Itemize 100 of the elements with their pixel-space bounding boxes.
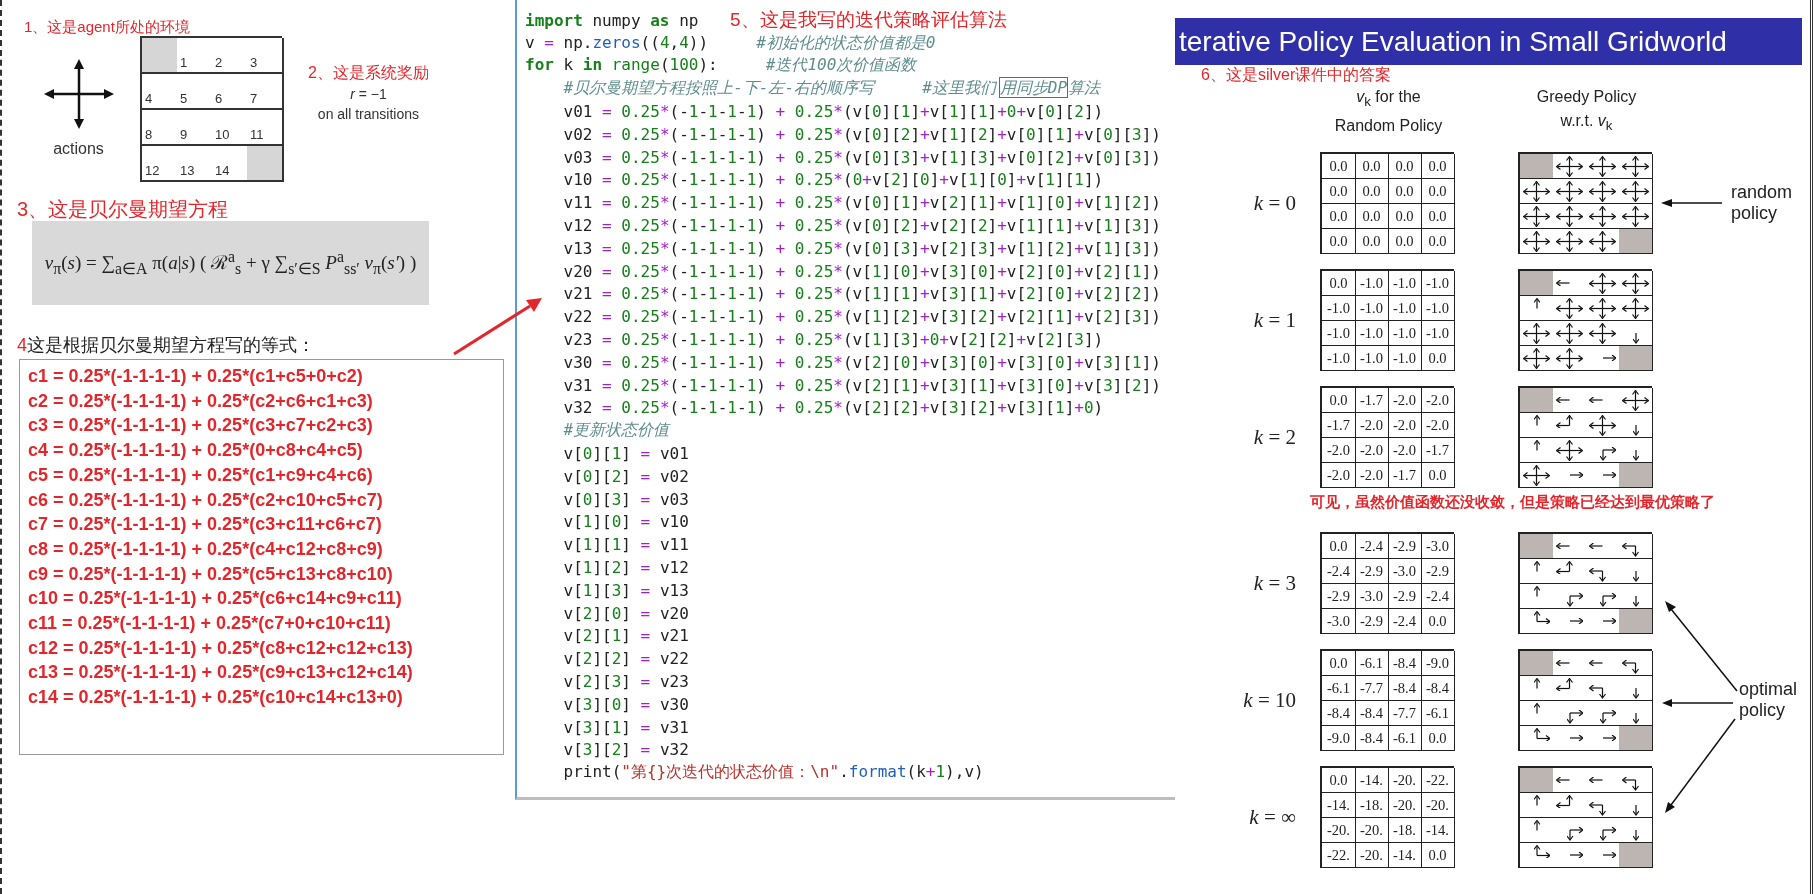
value-cell: -8.4 [1388, 651, 1422, 677]
column-heading: Greedy Policy w.r.t. v$_{k}$ [1536, 87, 1637, 136]
arrow-icon [1556, 543, 1573, 550]
arrow-icon [1533, 585, 1540, 600]
value-cell: -1.0 [1388, 271, 1422, 297]
value-cell: -22. [1421, 768, 1455, 794]
arrow-icon [1632, 593, 1639, 607]
value-cell: -2.9 [1421, 559, 1455, 585]
arrow-icon [1622, 205, 1649, 227]
arrow-icon [1589, 685, 1606, 699]
arrow-icon [1589, 397, 1606, 404]
value-cell: -6.1 [1421, 701, 1455, 727]
value-cell: -1.0 [1421, 271, 1455, 297]
grid-cell: 5 [177, 74, 214, 110]
value-cell: 0.0 [1421, 346, 1455, 372]
arrow-icon [1589, 414, 1616, 436]
arrow-icon [1589, 568, 1606, 582]
equation-line: c3 = 0.25*(-1-1-1-1) + 0.25*(c3+c7+c2+c3) [28, 414, 373, 438]
value-cell: 0.0 [1421, 179, 1455, 205]
value-cell: 0.0 [1322, 534, 1356, 560]
step-caption: 3、这是贝尔曼期望方程 [17, 198, 229, 221]
value-cell: -2.4 [1388, 609, 1422, 635]
arrow-icon [1566, 827, 1583, 841]
arrow-icon [1632, 685, 1639, 699]
arrow-icon [1556, 414, 1573, 429]
code-line: v21 = 0.25*(-1-1-1-1) + 0.25*(v[1][1]+v[3][1]+v[2][0]+v[2][2]) [563, 284, 1161, 304]
value-cell: -1.0 [1421, 321, 1455, 347]
arrow-icon [1533, 414, 1540, 429]
annotation-label: random policy [1731, 182, 1794, 225]
arrow-icon [1589, 660, 1606, 667]
value-cell: -1.7 [1421, 438, 1455, 464]
code-line: v22 = 0.25*(-1-1-1-1) + 0.25*(v[1][2]+v[3][2]+v[2][1]+v[2][3]) [563, 307, 1161, 327]
value-cell: -2.4 [1322, 559, 1356, 585]
grid-cell: 9 [177, 110, 214, 146]
code-line: v[3][2] = v32 [563, 740, 689, 760]
arrow-icon [1566, 593, 1583, 607]
arrow-icon [1533, 794, 1540, 809]
code-line: v32 = 0.25*(-1-1-1-1) + 0.25*(v[2][2]+v[3][2]+v[3][1]+0) [563, 398, 1104, 418]
pointer-arrow [1661, 197, 1723, 210]
code-line: v31 = 0.25*(-1-1-1-1) + 0.25*(v[2][1]+v[3][1]+v[3][0]+v[3][2]) [563, 375, 1161, 395]
equation-line: c10 = 0.25*(-1-1-1-1) + 0.25*(c6+c14+c9+c11) [28, 587, 402, 611]
code-line: v[1][1] = v11 [563, 535, 689, 555]
value-cell: -1.7 [1322, 413, 1356, 439]
column-heading: v$_{k}$ for the Random Policy [1334, 87, 1443, 137]
arrow-icon [1632, 802, 1639, 816]
value-cell: -3.0 [1388, 559, 1422, 585]
arrow-icon [1556, 297, 1583, 319]
equation-line: c9 = 0.25*(-1-1-1-1) + 0.25*(c5+c13+c8+c10) [28, 562, 393, 586]
value-cell: -2.0 [1322, 438, 1356, 464]
value-cell: -8.4 [1388, 676, 1422, 702]
bellman-formula: v$_{π}$(s) = ∑$_{a∈A}$ π(a|s) ( ℛ$^{a}$$_{s}$ + γ ∑$_{s′∈S}$ P$^{a}$$_{ss′}$ v$_{π}$(s′) ) [32, 221, 429, 305]
value-cell: 0.0 [1388, 154, 1422, 180]
code-line: v[0][3] = v03 [563, 489, 689, 509]
value-cell: -8.4 [1355, 726, 1389, 752]
grid-cell: 1 [177, 38, 214, 74]
arrow-icon [1556, 280, 1573, 287]
value-cell: -1.0 [1355, 321, 1389, 347]
value-cell: -20. [1388, 793, 1422, 819]
value-cell: -20. [1388, 768, 1422, 794]
value-cell: 0.0 [1421, 843, 1455, 869]
value-cell: -1.7 [1388, 463, 1422, 489]
value-cell: 0.0 [1355, 154, 1389, 180]
code-line: v30 = 0.25*(-1-1-1-1) + 0.25*(v[2][0]+v[3][0]+v[3][0]+v[3][1]) [563, 352, 1161, 372]
arrow-icon [1556, 439, 1583, 461]
arrow-icon [1599, 593, 1616, 607]
arrow-icon [1556, 205, 1583, 227]
step-caption: 1、这是agent所处的环境 [24, 18, 190, 36]
arrow-icon [1599, 710, 1616, 724]
code-line: v12 = 0.25*(-1-1-1-1) + 0.25*(v[0][2]+v[2][2]+v[1][1]+v[1][3]) [563, 216, 1161, 236]
value-cell: -1.0 [1421, 296, 1455, 322]
code-line: v = np.zeros((4,4)) #初始化的状态价值都是0 [525, 32, 936, 54]
arrow-icon [1622, 297, 1649, 319]
arrow-icon [1533, 297, 1540, 312]
equation-line: c13 = 0.25*(-1-1-1-1) + 0.25*(c9+c13+c12+c14) [28, 661, 413, 685]
arrow-icon [1599, 827, 1616, 841]
value-cell: -1.0 [1388, 346, 1422, 372]
arrow-icon [1533, 727, 1550, 742]
arrow-icon [1632, 710, 1639, 724]
code-line: v[2][0] = v20 [563, 603, 689, 623]
code-line: import numpy as np [525, 10, 699, 30]
arrow-icon [1589, 180, 1616, 202]
value-cell: 0.0 [1322, 204, 1356, 230]
arrow-icon [1556, 322, 1583, 344]
arrow-icon [1622, 660, 1639, 674]
code-line: v03 = 0.25*(-1-1-1-1) + 0.25*(v[0][3]+v[1][3]+v[0][2]+v[0][3]) [563, 147, 1161, 167]
value-cell: -20. [1355, 818, 1389, 844]
value-cell: 0.0 [1322, 271, 1356, 297]
value-cell: -3.0 [1322, 609, 1356, 635]
value-cell: -1.0 [1322, 296, 1356, 322]
arrow-icon [1533, 677, 1540, 692]
value-cell: -14. [1322, 793, 1356, 819]
value-cell: -2.9 [1388, 534, 1422, 560]
arrow-icon [1523, 230, 1550, 252]
iteration-label: k = 10 [1243, 687, 1296, 713]
value-cell: -22. [1322, 843, 1356, 869]
value-cell: -2.0 [1355, 438, 1389, 464]
value-cell: 0.0 [1322, 154, 1356, 180]
value-cell: 0.0 [1355, 229, 1389, 255]
value-cell: -8.4 [1421, 676, 1455, 702]
value-cell: -2.9 [1322, 584, 1356, 610]
